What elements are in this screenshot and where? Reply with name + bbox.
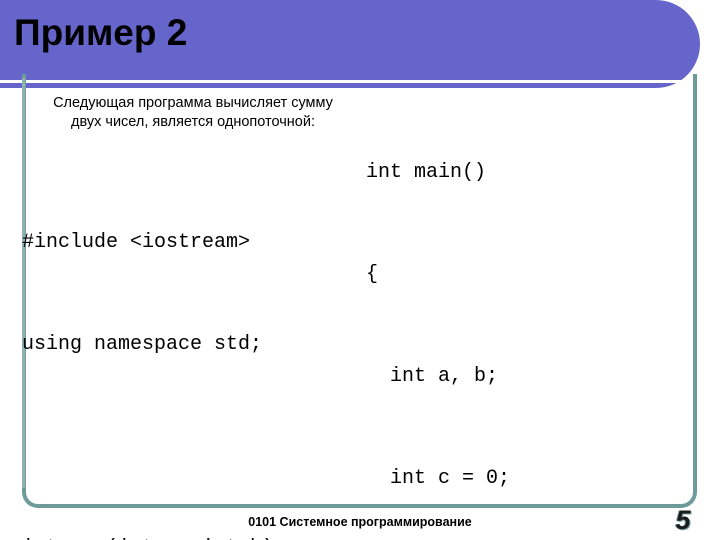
footer-label: 0101 Системное программирование [248, 515, 472, 529]
body-columns: Следующая программа вычисляет сумму двух… [0, 88, 720, 540]
code-line: int sum(int a, int b) [22, 532, 360, 540]
page-title: Пример 2 [14, 12, 188, 53]
code-line: #include <iostream> [22, 231, 251, 254]
code-line: int main() [366, 161, 487, 184]
intro-paragraph: Следующая программа вычисляет сумму двух… [53, 95, 333, 130]
left-column: Следующая программа вычисляет сумму двух… [18, 88, 360, 540]
left-code-block: #include <iostream> using namespace std;… [22, 158, 360, 540]
code-line: using namespace std; [22, 333, 263, 356]
right-code-block: int main() { int a, b; int c = 0; cout <… [366, 88, 702, 540]
code-line: { [366, 263, 379, 286]
code-line: int a, b; [366, 365, 499, 388]
header-divider-rule [0, 80, 688, 83]
code-line: int c = 0; [366, 467, 511, 490]
slide-canvas: Пример 2 Следующая программа вычисляет с… [0, 0, 720, 540]
right-column: int main() { int a, b; int c = 0; cout <… [362, 88, 702, 540]
page-number: 5 [675, 505, 691, 535]
